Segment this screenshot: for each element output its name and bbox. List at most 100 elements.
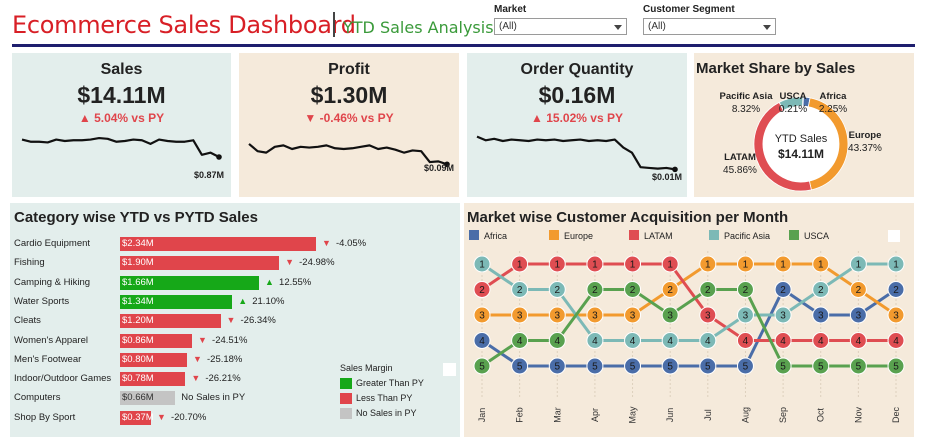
kpi-delta: ▲ 15.02% vs PY [531, 111, 623, 125]
category-row[interactable]: Cardio Equipment $2.34M ▼ -4.05% [10, 235, 460, 254]
legend-label-usca: USCA [804, 231, 829, 241]
point-rank-label: 4 [630, 336, 636, 347]
arrow-down-icon: ▼ [226, 315, 236, 326]
chevron-down-icon[interactable] [763, 25, 771, 30]
legend-label: No Sales in PY [356, 408, 417, 419]
donut-pct-pacific-asia: 8.32% [732, 104, 760, 115]
point-rank-label: 5 [630, 362, 636, 373]
point-rank-label: 4 [743, 336, 749, 347]
dashboard-title: Ecommerce Sales Dashboard [12, 11, 356, 39]
market-share-donut[interactable]: YTD Sales $14.11M Africa 2.25% Europe 43.37% L… [694, 53, 914, 197]
point-rank-label: 4 [780, 336, 786, 347]
category-pct-change: No Sales in PY [181, 392, 246, 404]
legend-swatch-usca [789, 230, 799, 240]
point-rank-label: 2 [592, 285, 598, 296]
bump-chart[interactable]: Africa Europe LATAM Pacific Asia USCA 4 5 5 5 5 5 5… [464, 203, 914, 437]
category-bar[interactable]: $0.86M [120, 333, 193, 348]
category-bar[interactable]: $1.20M [120, 314, 221, 329]
category-bar[interactable]: $1.90M [120, 256, 280, 271]
point-rank-label: 1 [856, 260, 862, 271]
sparkline-end-dot [216, 154, 222, 160]
x-tick-label: Feb [515, 407, 525, 423]
segment-filter-value: (All) [648, 21, 666, 32]
series-line-usca [481, 288, 896, 368]
donut-label-latam: LATAM [724, 152, 756, 163]
x-tick-label: Jan [477, 408, 487, 423]
point-rank-label: 1 [630, 260, 636, 271]
x-tick-label: Jun [665, 408, 675, 423]
point-rank-label: 5 [479, 362, 485, 373]
point-rank-label: 5 [893, 362, 899, 373]
category-pct-change: -26.21% [205, 373, 241, 385]
legend-swatch [340, 378, 352, 390]
x-tick-label: Nov [853, 407, 863, 424]
legend-item-greater[interactable]: Greater Than PY [340, 378, 424, 390]
legend-title: Sales Margin [340, 363, 393, 373]
title-divider [333, 12, 335, 37]
sparkline-path [248, 143, 448, 166]
category-bar[interactable]: $1.66M [120, 275, 260, 290]
category-bar-value: $0.78M [122, 373, 154, 385]
point-rank-label: 2 [517, 285, 523, 296]
kpi-title: Profit [328, 61, 370, 78]
point-rank-label: 4 [893, 336, 899, 347]
legend-swatch-pacific-asia [709, 230, 719, 240]
category-row[interactable]: Cleats $1.20M ▼ -26.34% [10, 312, 460, 331]
donut-pct-usca: 0.21% [779, 104, 807, 115]
kpi-value: $14.11M [77, 82, 166, 108]
point-rank-label: 5 [554, 362, 560, 373]
kpi-card-profit[interactable]: Profit $1.30M ▼ -0.46% vs PY $0.09M [239, 53, 459, 197]
legend-item-less[interactable]: Less Than PY [340, 393, 424, 405]
category-bar-value: $0.66M [122, 392, 154, 404]
category-row[interactable]: Water Sports $1.34M ▲ 21.10% [10, 293, 460, 312]
market-share-panel: Market Share by Sales YTD Sales $14.11M Af… [694, 53, 914, 197]
point-rank-label: 2 [630, 285, 636, 296]
category-row[interactable]: Fishing $1.90M ▼ -24.98% [10, 254, 460, 273]
point-rank-label: 3 [554, 311, 560, 322]
market-filter-value: (All) [499, 21, 517, 32]
category-row[interactable]: Women's Apparel $0.86M ▼ -24.51% [10, 332, 460, 351]
chevron-down-icon[interactable] [614, 25, 622, 30]
point-rank-label: 3 [743, 311, 749, 322]
kpi-card-order-quantity[interactable]: Order Quantity $0.16M ▲ 15.02% vs PY $0.… [467, 53, 687, 197]
kpi-value: $1.30M [310, 82, 388, 108]
point-rank-label: 1 [818, 260, 824, 271]
kpi-title: Order Quantity [520, 61, 634, 78]
donut-label-europe: Europe [849, 130, 882, 141]
kpi-card-sales[interactable]: Sales $14.11M ▲ 5.04% vs PY $0.87M [12, 53, 231, 197]
point-rank-label: 5 [856, 362, 862, 373]
category-bar[interactable]: $0.80M [120, 352, 187, 367]
dashboard-subtitle: YTD Sales Analysis [343, 18, 494, 37]
category-bar[interactable]: $1.34M [120, 294, 233, 309]
point-rank-label: 3 [780, 311, 786, 322]
point-rank-label: 3 [893, 311, 899, 322]
market-filter: Market (All) [494, 4, 627, 35]
point-rank-label: 3 [517, 311, 523, 322]
arrow-up-icon: ▲ [265, 276, 274, 287]
donut-label-usca: USCA [780, 91, 807, 102]
point-rank-label: 5 [592, 362, 598, 373]
category-bar[interactable]: $0.37M [120, 410, 154, 425]
category-bar[interactable]: $2.34M [120, 237, 316, 251]
legend-item-none[interactable]: No Sales in PY [340, 408, 424, 420]
segment-filter-label: Customer Segment [643, 4, 735, 15]
sparkline-path [21, 136, 220, 158]
category-bar[interactable]: $0.66M [120, 391, 176, 406]
segment-filter-select[interactable]: (All) [643, 18, 776, 35]
category-row[interactable]: Camping & Hiking $1.66M ▲ 12.55% [10, 274, 460, 293]
donut-pct-europe: 43.37% [848, 143, 882, 154]
arrow-down-icon: ▼ [191, 373, 201, 384]
category-label: Fishing [14, 257, 45, 269]
legend-label: Less Than PY [356, 393, 413, 404]
market-filter-select[interactable]: (All) [494, 18, 627, 35]
x-tick-label: Sep [778, 407, 788, 423]
category-bar-value: $1.20M [122, 315, 154, 327]
legend-swatch-latam [629, 230, 639, 240]
point-rank-label: 1 [667, 260, 673, 271]
point-rank-label: 4 [705, 336, 711, 347]
point-rank-label: 1 [517, 260, 523, 271]
category-label: Women's Apparel [14, 334, 88, 346]
legend-toggle-box[interactable] [443, 363, 456, 376]
point-rank-label: 2 [667, 285, 673, 296]
category-bar[interactable]: $0.78M [120, 372, 186, 387]
